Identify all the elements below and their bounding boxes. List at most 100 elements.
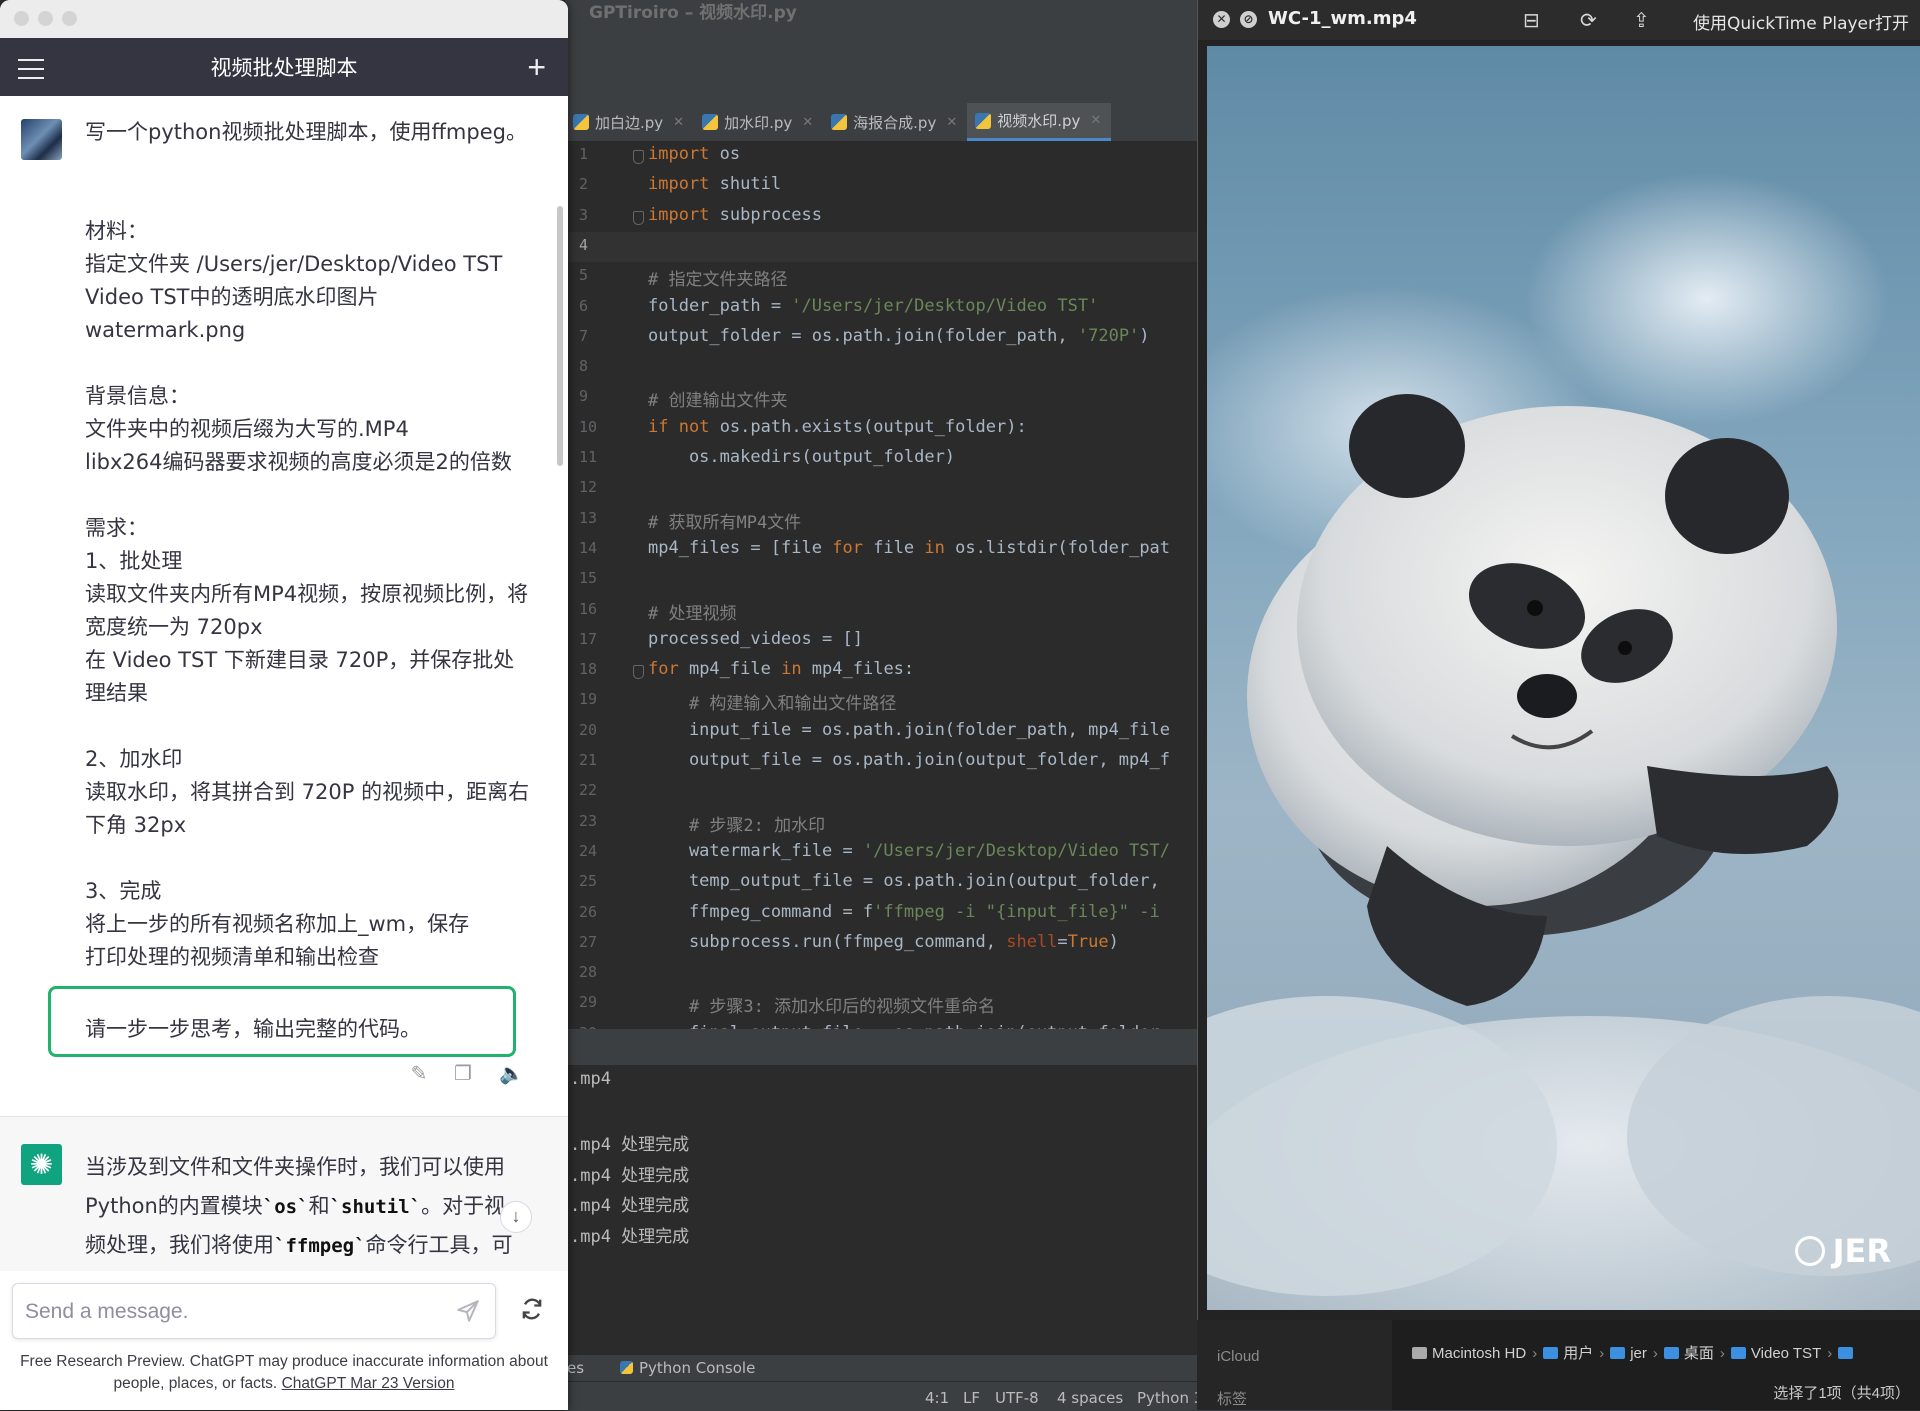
chevron-right-icon: ›: [1532, 1345, 1538, 1362]
path-item-jer[interactable]: jer: [1610, 1345, 1647, 1362]
code-text: import subprocess: [648, 204, 823, 225]
tab-add-border[interactable]: 加白边.py ✕: [565, 103, 694, 141]
toolwindow-fragment[interactable]: es: [567, 1359, 584, 1377]
user-message-background-title: 背景信息：: [85, 384, 190, 408]
code-text: # 创建输出文件夹: [648, 391, 788, 412]
code-text: import os: [648, 144, 741, 164]
line-number: 18: [579, 660, 598, 679]
close-icon[interactable]: ✕: [946, 115, 957, 130]
line-number: 24: [579, 841, 598, 860]
edit-icon[interactable]: ✎: [408, 1063, 430, 1085]
tab-poster-compose[interactable]: 海报合成.py ✕: [823, 103, 967, 141]
user-message-item3-title: 3、完成: [85, 879, 162, 903]
file-encoding[interactable]: UTF-8: [995, 1389, 1039, 1407]
line-number: 21: [579, 751, 598, 769]
console-output-line: .mp4 处理完成: [570, 1165, 690, 1186]
close-icon[interactable]: ✕: [802, 115, 813, 130]
message-input[interactable]: [23, 1294, 427, 1330]
rotate-icon[interactable]: ⟳: [1580, 8, 1597, 33]
chevron-right-icon: ›: [1652, 1345, 1658, 1362]
folder-icon: [1663, 1347, 1679, 1359]
fold-icon[interactable]: [633, 665, 644, 680]
chevron-right-icon: ›: [1599, 1345, 1605, 1362]
clipboard-icon[interactable]: ❐: [452, 1063, 474, 1085]
watermark-text: JER: [1832, 1232, 1891, 1270]
conversation-area[interactable]: 写一个python视频批处理脚本，使用ffmpeg。 材料： 指定文件夹 /Us…: [0, 96, 568, 1271]
indent-setting[interactable]: 4 spaces: [1057, 1389, 1123, 1407]
fold-icon[interactable]: [633, 210, 644, 225]
sidebar-item-icloud[interactable]: iCloud: [1217, 1348, 1260, 1365]
close-icon[interactable]: ✕: [1090, 113, 1101, 128]
line-separator[interactable]: LF: [963, 1389, 980, 1407]
code-text: import shutil: [648, 174, 782, 195]
user-message-materials-body: 指定文件夹 /Users/jer/Desktop/Video TST Video…: [85, 252, 503, 342]
user-message-background-line1: 文件夹中的视频后缀为大写的.MP4: [85, 417, 409, 441]
python-console-icon: [620, 1361, 633, 1374]
trim-icon[interactable]: ⊟: [1523, 8, 1540, 33]
console-output-line: .mp4 处理完成: [570, 1135, 690, 1155]
line-number: 6: [579, 296, 589, 315]
version-link[interactable]: ChatGPT Mar 23 Version: [282, 1375, 455, 1392]
open-with-quicktime-button[interactable]: 使用QuickTime Player打开: [1693, 9, 1909, 34]
window-zoom-button[interactable]: [62, 11, 77, 26]
window-titlebar: [0, 0, 568, 38]
code-text: output_folder = os.path.join(folder_path…: [648, 325, 1150, 346]
finder-status: 选择了1项（共4项）: [1773, 1385, 1910, 1402]
code-text: temp_output_file = os.path.join(output_f…: [648, 871, 1160, 892]
line-number: 2: [579, 175, 589, 194]
line-number: 14: [579, 538, 598, 557]
path-item-desktop[interactable]: 桌面: [1663, 1345, 1714, 1362]
code-text: subprocess.run(ffmpeg_command, shell=Tru…: [648, 931, 1119, 952]
python-console-tab[interactable]: Python Console: [620, 1359, 755, 1377]
regenerate-icon[interactable]: [518, 1295, 546, 1323]
path-item-disk[interactable]: Macintosh HD: [1412, 1345, 1526, 1362]
path-item-video-tst[interactable]: Video TST: [1730, 1345, 1821, 1362]
finder-sidebar: iCloud 标签: [1197, 1320, 1392, 1410]
chat-header: 视频批处理脚本 +: [0, 38, 568, 96]
video-title: WC-1_wm.mp4: [1268, 8, 1417, 29]
user-message-item3-a: 将上一步的所有视频名称加上_wm，保存: [85, 912, 470, 936]
folder-icon: [1543, 1347, 1559, 1359]
interpreter[interactable]: Python 3: [1137, 1389, 1203, 1407]
folder-icon: [1610, 1347, 1626, 1359]
jer-logo-icon: [1794, 1236, 1825, 1266]
line-number: 13: [579, 508, 598, 527]
code-text: # 获取所有MP4文件: [648, 512, 802, 533]
window-close-button[interactable]: [14, 11, 29, 26]
disabled-icon[interactable]: ⊘: [1240, 11, 1257, 28]
cursor-position[interactable]: 4:1: [925, 1389, 949, 1407]
folder-icon[interactable]: [1838, 1347, 1854, 1359]
user-message-item3-b: 打印处理的视频清单和输出检查: [85, 945, 379, 969]
tab-label: 视频水印.py: [997, 112, 1081, 130]
scrollbar[interactable]: [557, 206, 563, 466]
user-avatar: [21, 119, 62, 160]
share-icon[interactable]: ⇪: [1633, 8, 1650, 33]
code-text: mp4_files = [file for file in os.listdir…: [648, 537, 1171, 558]
line-number: 12: [579, 478, 598, 497]
close-icon[interactable]: ✕: [1213, 11, 1230, 28]
scroll-down-arrow-icon[interactable]: ↓: [500, 1201, 532, 1233]
tab-add-watermark[interactable]: 加水印.py ✕: [694, 103, 823, 141]
window-minimize-button[interactable]: [38, 11, 53, 26]
fold-icon[interactable]: [633, 150, 644, 164]
path-label: 桌面: [1683, 1345, 1714, 1362]
line-number: 20: [579, 720, 598, 739]
quicktime-titlebar: ✕ ⊘ WC-1_wm.mp4 ⊟ ⟳ ⇪ 使用QuickTime Player…: [1198, 0, 1920, 40]
python-file-icon: [573, 114, 589, 130]
new-chat-plus-icon[interactable]: +: [527, 51, 546, 83]
code-text: ffmpeg_command = f'ffmpeg -i "{input_fil…: [648, 901, 1160, 922]
path-item-users[interactable]: 用户: [1543, 1345, 1593, 1362]
code-text: output_file = os.path.join(output_folder…: [648, 750, 1170, 770]
python-file-icon: [831, 114, 848, 130]
line-number: 22: [579, 781, 598, 800]
sidebar-item-tags[interactable]: 标签: [1217, 1388, 1247, 1409]
user-message-highlight: 请一步一步思考，输出完整的代码。: [85, 1017, 421, 1041]
video-preview[interactable]: JER: [1207, 46, 1920, 1310]
code-text: os.makedirs(output_folder): [648, 447, 956, 467]
close-icon[interactable]: ✕: [673, 115, 684, 130]
send-icon[interactable]: [455, 1298, 481, 1324]
speaker-icon[interactable]: 🔈: [499, 1063, 524, 1085]
tab-label: 加水印.py: [724, 113, 793, 132]
user-message-background-line2: libx264编码器要求视频的高度必须是2的倍数: [85, 450, 512, 474]
tab-video-watermark[interactable]: 视频水印.py ✕: [967, 103, 1112, 141]
